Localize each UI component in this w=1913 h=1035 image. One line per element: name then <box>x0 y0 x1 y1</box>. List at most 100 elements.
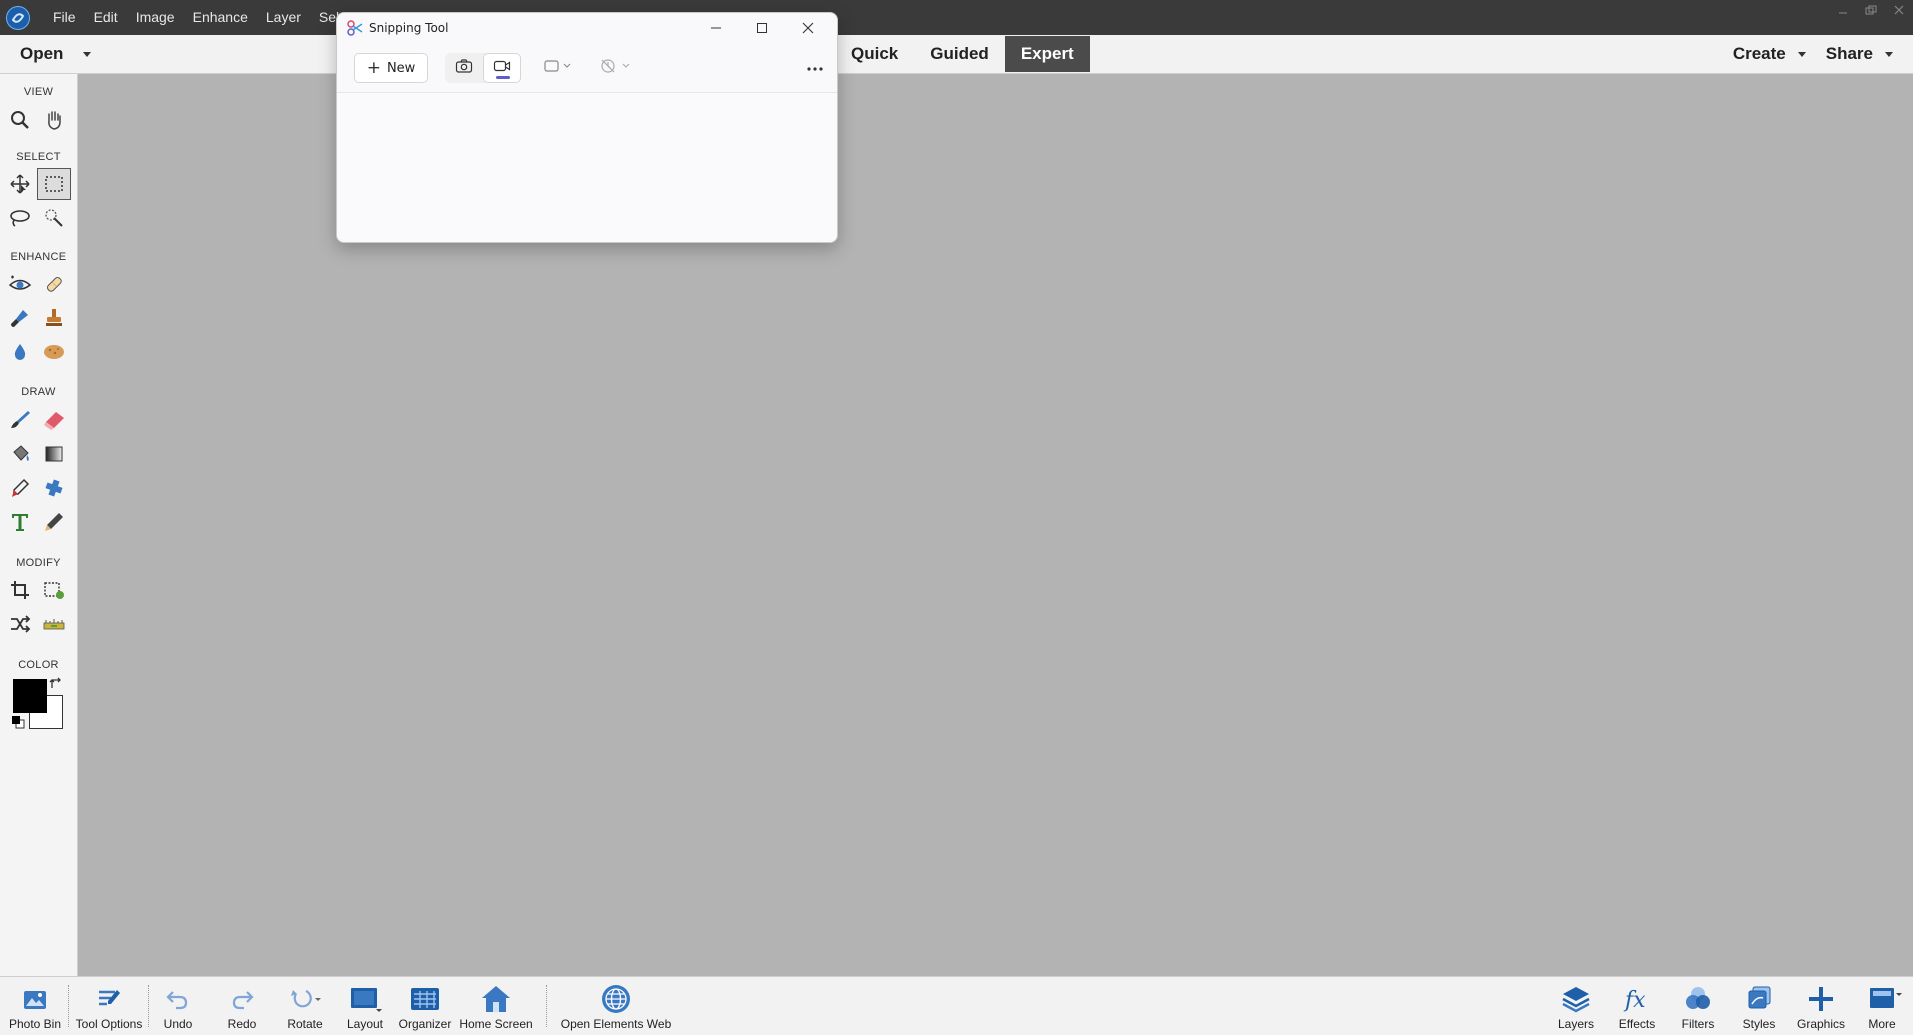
eraser-tool-icon[interactable] <box>37 404 71 436</box>
menu-bar: File Edit Image Enhance Layer Select <box>0 0 1913 35</box>
menu-enhance[interactable]: Enhance <box>184 0 257 35</box>
redo-button[interactable]: Redo <box>218 983 266 1033</box>
tab-quick[interactable]: Quick <box>835 36 914 72</box>
photoshop-elements-logo-icon[interactable] <box>4 4 32 32</box>
styles-label: Styles <box>1742 1017 1776 1031</box>
menu-layer[interactable]: Layer <box>257 0 310 35</box>
red-eye-tool-icon[interactable] <box>3 268 37 300</box>
filters-label: Filters <box>1681 1017 1715 1031</box>
custom-shape-icon[interactable] <box>37 472 71 504</box>
more-options-icon <box>806 59 824 77</box>
open-button[interactable]: Open <box>20 35 92 73</box>
more-label: More <box>1868 1017 1896 1031</box>
tool-options-label: Tool Options <box>75 1017 143 1031</box>
app-close-button[interactable] <box>1885 0 1913 20</box>
section-view-heading: VIEW <box>23 86 54 98</box>
graphics-panel-button[interactable]: Graphics <box>1794 983 1848 1033</box>
styles-panel-button[interactable]: Styles <box>1736 983 1782 1033</box>
filters-panel-button[interactable]: Filters <box>1675 983 1721 1033</box>
swap-colors-icon[interactable] <box>49 677 63 696</box>
smart-brush-icon[interactable] <box>3 302 37 334</box>
snipping-tool-titlebar[interactable]: Snipping Tool <box>337 13 837 43</box>
lasso-tool-icon[interactable] <box>3 202 37 234</box>
video-icon <box>493 58 511 79</box>
home-icon <box>480 983 512 1015</box>
screenshot-mode-button[interactable] <box>445 53 483 83</box>
share-button[interactable]: Share <box>1826 44 1893 64</box>
foreground-color-swatch[interactable] <box>13 679 47 713</box>
layout-button[interactable]: Layout <box>340 983 390 1033</box>
snip-close-button[interactable] <box>785 13 831 43</box>
top-right-actions: Create Share <box>1733 35 1913 73</box>
rotate-button[interactable]: Rotate <box>280 983 330 1033</box>
sponge-tool-icon[interactable] <box>37 336 71 368</box>
divider <box>546 985 547 1027</box>
color-swatches <box>11 677 65 734</box>
layers-panel-button[interactable]: Layers <box>1553 983 1599 1033</box>
app-minimize-button[interactable] <box>1829 0 1857 20</box>
chevron-down-icon <box>1797 51 1806 57</box>
rectangular-marquee-icon[interactable] <box>37 168 71 200</box>
photo-bin-button[interactable]: Photo Bin <box>4 983 66 1033</box>
rectangle-mode-icon <box>543 58 575 79</box>
home-screen-button[interactable]: Home Screen <box>456 983 536 1033</box>
organizer-button[interactable]: Organizer <box>396 983 454 1033</box>
app-restore-button[interactable] <box>1857 0 1885 20</box>
snip-delay-dropdown[interactable] <box>599 53 635 83</box>
menu-edit[interactable]: Edit <box>85 0 127 35</box>
straighten-tool-icon[interactable] <box>37 608 71 640</box>
type-tool-icon[interactable] <box>3 506 37 538</box>
layers-label: Layers <box>1557 1017 1595 1031</box>
snip-shape-dropdown[interactable] <box>543 53 575 83</box>
filters-icon <box>1683 983 1713 1015</box>
video-mode-button[interactable] <box>483 53 521 83</box>
organizer-icon <box>409 983 441 1015</box>
effects-panel-button[interactable]: fx Effects <box>1614 983 1660 1033</box>
open-elements-web-button[interactable]: Open Elements Web <box>556 983 676 1033</box>
snipping-tool-toolbar: + New <box>337 49 837 89</box>
open-label: Open <box>20 44 64 63</box>
clone-stamp-icon[interactable] <box>37 302 71 334</box>
zoom-tool-icon[interactable] <box>3 104 37 136</box>
quick-selection-icon[interactable] <box>37 202 71 234</box>
create-button[interactable]: Create <box>1733 44 1806 64</box>
blur-tool-icon[interactable] <box>3 336 37 368</box>
divider <box>148 985 149 1027</box>
section-draw-heading: DRAW <box>21 386 56 398</box>
undo-button[interactable]: Undo <box>154 983 202 1033</box>
undo-icon <box>164 983 192 1015</box>
spot-healing-icon[interactable] <box>37 268 71 300</box>
brush-tool-icon[interactable] <box>3 404 37 436</box>
effects-icon: fx <box>1622 983 1652 1015</box>
default-colors-icon[interactable] <box>11 715 25 734</box>
eyedropper-icon[interactable] <box>3 472 37 504</box>
snip-maximize-button[interactable] <box>739 13 785 43</box>
share-label: Share <box>1825 44 1873 63</box>
paint-bucket-icon[interactable] <box>3 438 37 470</box>
tab-guided[interactable]: Guided <box>914 36 1005 72</box>
see-more-button[interactable] <box>800 53 830 83</box>
undo-label: Undo <box>163 1017 193 1031</box>
menu-image[interactable]: Image <box>127 0 184 35</box>
new-snip-button[interactable]: + New <box>354 53 428 83</box>
tool-options-button[interactable]: Tool Options <box>70 983 148 1033</box>
crop-tool-icon[interactable] <box>3 574 37 606</box>
move-tool-icon[interactable] <box>3 168 37 200</box>
snip-minimize-button[interactable] <box>693 13 739 43</box>
menu-file[interactable]: File <box>44 0 85 35</box>
photo-bin-icon <box>21 983 49 1015</box>
tab-expert[interactable]: Expert <box>1004 36 1090 72</box>
globe-icon <box>600 983 632 1015</box>
graphics-label: Graphics <box>1796 1017 1846 1031</box>
recompose-tool-icon[interactable] <box>37 574 71 606</box>
snipping-tool-window: Snipping Tool + New <box>336 12 838 243</box>
layout-icon <box>348 983 382 1015</box>
content-aware-move-icon[interactable] <box>3 608 37 640</box>
pencil-tool-icon[interactable] <box>37 506 71 538</box>
gradient-tool-icon[interactable] <box>37 438 71 470</box>
more-panels-button[interactable]: More <box>1858 983 1906 1033</box>
snip-mode-toggle <box>445 53 521 83</box>
hand-tool-icon[interactable] <box>37 104 71 136</box>
bottom-panel-bar: Photo Bin Tool Options Undo Redo Rotate … <box>0 976 1913 1035</box>
tool-options-icon <box>95 983 123 1015</box>
